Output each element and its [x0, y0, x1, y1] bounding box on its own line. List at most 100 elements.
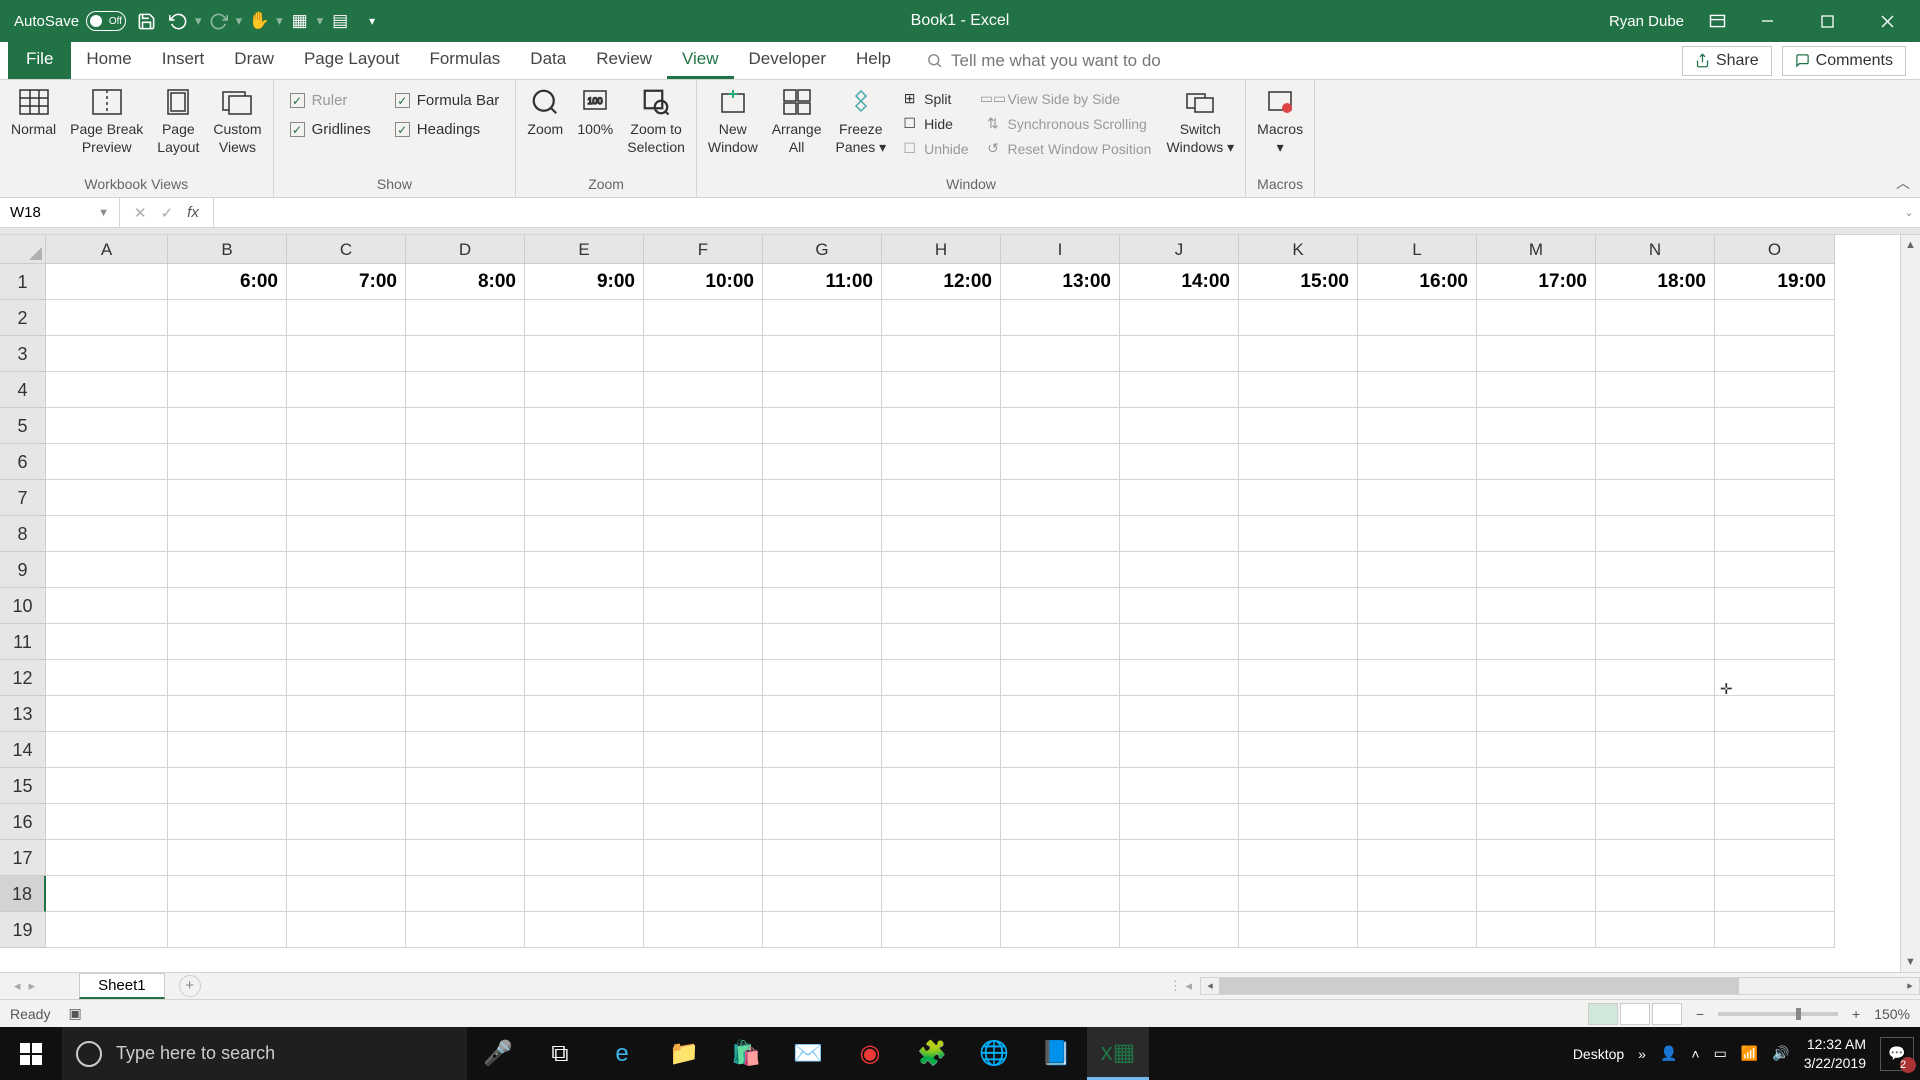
cell-J6[interactable]	[1120, 444, 1239, 480]
row-header-12[interactable]: 12	[0, 660, 46, 696]
switch-windows-button[interactable]: Switch Windows ▾	[1161, 84, 1239, 158]
cell-M7[interactable]	[1477, 480, 1596, 516]
cell-C11[interactable]	[287, 624, 406, 660]
cell-K17[interactable]	[1239, 840, 1358, 876]
cell-D7[interactable]	[406, 480, 525, 516]
cell-O15[interactable]	[1715, 768, 1835, 804]
cell-L6[interactable]	[1358, 444, 1477, 480]
cell-O19[interactable]	[1715, 912, 1835, 948]
cell-L13[interactable]	[1358, 696, 1477, 732]
cell-C13[interactable]	[287, 696, 406, 732]
cell-E8[interactable]	[525, 516, 644, 552]
cell-G4[interactable]	[763, 372, 882, 408]
cell-L2[interactable]	[1358, 300, 1477, 336]
user-name[interactable]: Ryan Dube	[1609, 13, 1684, 30]
cell-M5[interactable]	[1477, 408, 1596, 444]
cell-I7[interactable]	[1001, 480, 1120, 516]
row-header-16[interactable]: 16	[0, 804, 46, 840]
page-break-view-icon[interactable]	[1652, 1003, 1682, 1025]
cell-O1[interactable]: 19:00	[1715, 264, 1835, 300]
cell-E1[interactable]: 9:00	[525, 264, 644, 300]
cell-J7[interactable]	[1120, 480, 1239, 516]
row-header-8[interactable]: 8	[0, 516, 46, 552]
tab-formulas[interactable]: Formulas	[414, 42, 515, 79]
cell-A10[interactable]	[46, 588, 168, 624]
start-button[interactable]	[0, 1027, 62, 1080]
cell-J17[interactable]	[1120, 840, 1239, 876]
new-window-button[interactable]: New Window	[703, 84, 763, 158]
tab-page-layout[interactable]: Page Layout	[289, 42, 414, 79]
cell-E19[interactable]	[525, 912, 644, 948]
cell-F10[interactable]	[644, 588, 763, 624]
macros-button[interactable]: Macros ▾	[1252, 84, 1308, 158]
cell-F16[interactable]	[644, 804, 763, 840]
cell-H2[interactable]	[882, 300, 1001, 336]
cell-O4[interactable]	[1715, 372, 1835, 408]
cell-E17[interactable]	[525, 840, 644, 876]
cell-N11[interactable]	[1596, 624, 1715, 660]
row-header-7[interactable]: 7	[0, 480, 46, 516]
tab-data[interactable]: Data	[515, 42, 581, 79]
cell-N7[interactable]	[1596, 480, 1715, 516]
cell-H15[interactable]	[882, 768, 1001, 804]
cell-F12[interactable]	[644, 660, 763, 696]
row-header-3[interactable]: 3	[0, 336, 46, 372]
cell-C9[interactable]	[287, 552, 406, 588]
gridlines-checkbox[interactable]: ✓Gridlines	[290, 121, 371, 138]
tab-review[interactable]: Review	[581, 42, 667, 79]
tab-insert[interactable]: Insert	[147, 42, 220, 79]
cell-F7[interactable]	[644, 480, 763, 516]
cell-N16[interactable]	[1596, 804, 1715, 840]
cell-L4[interactable]	[1358, 372, 1477, 408]
cell-D18[interactable]	[406, 876, 525, 912]
maximize-button[interactable]	[1798, 0, 1856, 42]
cell-K7[interactable]	[1239, 480, 1358, 516]
excel-icon[interactable]: x▦	[1087, 1027, 1149, 1080]
hide-button[interactable]: ☐Hide	[895, 113, 974, 134]
fx-icon[interactable]: fx	[187, 204, 199, 221]
cell-C14[interactable]	[287, 732, 406, 768]
edge-icon[interactable]: e	[591, 1027, 653, 1080]
freeze-panes-button[interactable]: Freeze Panes ▾	[831, 84, 892, 158]
cell-G17[interactable]	[763, 840, 882, 876]
close-button[interactable]	[1858, 0, 1916, 42]
col-header-B[interactable]: B	[168, 235, 287, 264]
cell-H14[interactable]	[882, 732, 1001, 768]
cell-A16[interactable]	[46, 804, 168, 840]
tab-view[interactable]: View	[667, 42, 734, 79]
cell-H17[interactable]	[882, 840, 1001, 876]
row-header-19[interactable]: 19	[0, 912, 46, 948]
cell-E15[interactable]	[525, 768, 644, 804]
cell-G19[interactable]	[763, 912, 882, 948]
share-button[interactable]: Share	[1682, 46, 1772, 76]
taskbar-clock[interactable]: 12:32 AM 3/22/2019	[1804, 1035, 1866, 1071]
cell-A19[interactable]	[46, 912, 168, 948]
cell-D10[interactable]	[406, 588, 525, 624]
cell-N17[interactable]	[1596, 840, 1715, 876]
cell-G3[interactable]	[763, 336, 882, 372]
cell-L16[interactable]	[1358, 804, 1477, 840]
cell-K6[interactable]	[1239, 444, 1358, 480]
cell-I16[interactable]	[1001, 804, 1120, 840]
cell-J13[interactable]	[1120, 696, 1239, 732]
cell-N10[interactable]	[1596, 588, 1715, 624]
cell-E4[interactable]	[525, 372, 644, 408]
cell-K11[interactable]	[1239, 624, 1358, 660]
cell-J3[interactable]	[1120, 336, 1239, 372]
cell-O9[interactable]	[1715, 552, 1835, 588]
notes-icon[interactable]: 📘	[1025, 1027, 1087, 1080]
cell-I3[interactable]	[1001, 336, 1120, 372]
cell-M8[interactable]	[1477, 516, 1596, 552]
cell-M11[interactable]	[1477, 624, 1596, 660]
zoom-level[interactable]: 150%	[1874, 1006, 1910, 1022]
cell-G18[interactable]	[763, 876, 882, 912]
cell-M18[interactable]	[1477, 876, 1596, 912]
store-icon[interactable]: 🛍️	[715, 1027, 777, 1080]
cell-J19[interactable]	[1120, 912, 1239, 948]
tab-file[interactable]: File	[8, 42, 71, 79]
autosave-toggle[interactable]: AutoSave Off	[14, 11, 126, 31]
cell-B14[interactable]	[168, 732, 287, 768]
cell-M13[interactable]	[1477, 696, 1596, 732]
cell-A13[interactable]	[46, 696, 168, 732]
cell-G15[interactable]	[763, 768, 882, 804]
